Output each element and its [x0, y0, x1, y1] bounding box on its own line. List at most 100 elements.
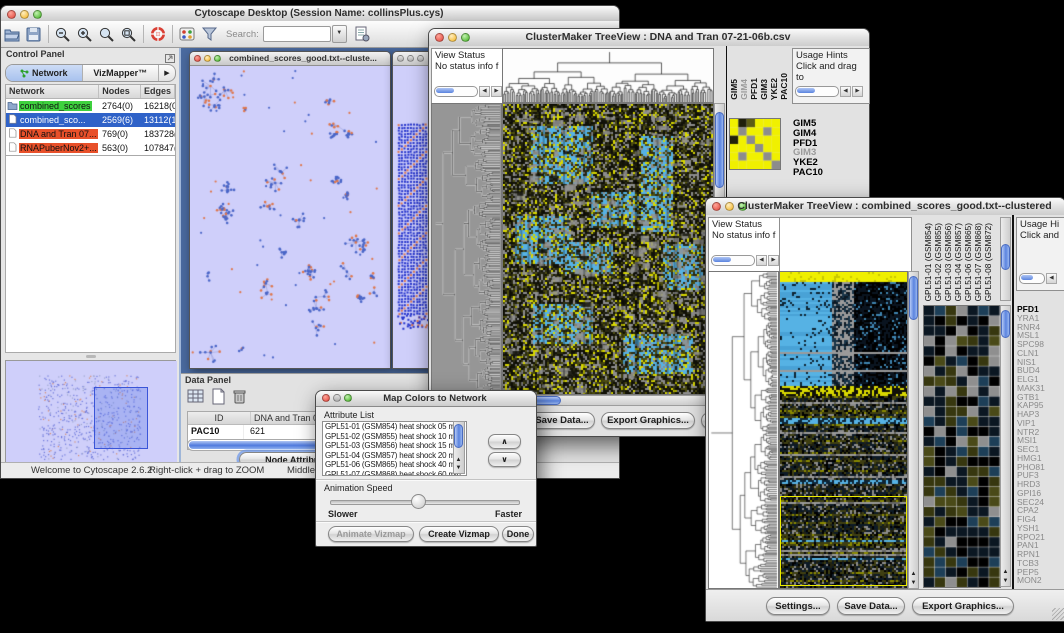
new-document-icon[interactable]	[211, 388, 226, 405]
close-icon[interactable]	[712, 202, 721, 211]
close-icon[interactable]	[322, 394, 330, 402]
heatmap-canvas[interactable]	[779, 271, 908, 589]
minimize-icon[interactable]	[407, 55, 414, 62]
column-label[interactable]: GPL51-04 (GSM857)	[953, 223, 963, 301]
dialog-titlebar[interactable]: Map Colors to Network	[316, 391, 536, 407]
column-label[interactable]: GIM5	[729, 79, 739, 100]
save-data-button[interactable]: Save Data...	[837, 597, 905, 615]
attribute-item[interactable]: GPL51-07 (GSM868) heat shock 60 min	[323, 470, 466, 476]
scroll-left-icon[interactable]: ◀	[1046, 273, 1057, 284]
trash-icon[interactable]	[232, 388, 247, 405]
save-data-button[interactable]: Save Data...	[529, 412, 595, 429]
column-label[interactable]: GIM4	[739, 79, 749, 100]
slider-thumb[interactable]	[411, 494, 426, 509]
mini-scrollbar[interactable]: ◀▶	[434, 86, 502, 97]
inner-titlebar[interactable]: combined_scores_good.txt--cluste...	[190, 52, 390, 66]
network-row[interactable]: DNA and Tran 07...769(0)183728(0)	[6, 127, 175, 141]
column-label[interactable]: GPL51-07 (GSM868)	[973, 223, 983, 301]
col-nodes[interactable]: Nodes	[99, 85, 141, 98]
column-label[interactable]: YKE2	[769, 78, 779, 100]
vizmapper-icon[interactable]	[176, 23, 198, 45]
zoom-out-icon[interactable]	[52, 23, 74, 45]
attribute-item[interactable]: GPL51-06 (GSM865) heat shock 40 min	[323, 460, 466, 470]
network-row[interactable]: RNAPuberNov2+...563(0)107847(0)	[6, 141, 175, 155]
scroll-left-icon[interactable]: ◀	[479, 86, 490, 97]
attribute-browser-icon[interactable]	[351, 23, 373, 45]
treeview2-titlebar[interactable]: ClusterMaker TreeView : combined_scores_…	[706, 198, 1064, 216]
treeview1-titlebar[interactable]: ClusterMaker TreeView : DNA and Tran 07-…	[429, 29, 869, 47]
close-icon[interactable]	[194, 55, 201, 62]
mini-scrollbar[interactable]: ◀▶	[711, 255, 779, 266]
network-graph-canvas[interactable]	[190, 66, 388, 368]
column-label[interactable]: GPL51-08 (GSM872)	[983, 223, 993, 301]
move-down-button[interactable]: ∨	[488, 452, 521, 467]
open-folder-icon[interactable]	[1, 23, 23, 45]
inner-traffic-lights[interactable]	[194, 55, 221, 62]
zoom-heatmap-canvas[interactable]	[923, 305, 1001, 588]
scroll-right-icon[interactable]: ▶	[491, 86, 502, 97]
attribute-item[interactable]: GPL51-01 (GSM854) heat shock 05 min	[323, 422, 466, 432]
column-label[interactable]: GPL51-01 (GSM854)	[923, 223, 933, 301]
minimize-icon[interactable]	[204, 55, 211, 62]
zoom-window-icon[interactable]	[417, 55, 424, 62]
network-table-header[interactable]: Network Nodes Edges	[6, 85, 175, 99]
column-label[interactable]: GPL51-06 (GSM865)	[963, 223, 973, 301]
export-graphics-button[interactable]: Export Graphics...	[912, 597, 1014, 615]
close-icon[interactable]	[435, 33, 444, 42]
save-icon[interactable]	[23, 23, 45, 45]
search-dropdown-icon[interactable]: ▼	[332, 25, 347, 43]
tab-network[interactable]: Network	[6, 65, 83, 81]
heatmap-vscrollbar[interactable]: ▲ ▼	[908, 271, 919, 589]
column-dendrogram-canvas[interactable]	[502, 48, 714, 103]
help-ring-icon[interactable]	[147, 23, 169, 45]
attribute-item[interactable]: GPL51-03 (GSM856) heat shock 15 min	[323, 441, 466, 451]
column-dendrogram-area[interactable]	[779, 217, 912, 273]
scroll-left-icon[interactable]: ◀	[840, 86, 851, 97]
row-label[interactable]: PAC10	[793, 168, 823, 178]
birdseye-view[interactable]	[5, 360, 176, 466]
birdseye-canvas[interactable]	[6, 361, 177, 463]
network-row[interactable]: combined_sco...2569(6)13112(15)	[6, 113, 175, 127]
scroll-down-icon[interactable]: ▼	[909, 579, 918, 587]
zoom-fit-icon[interactable]	[96, 23, 118, 45]
zoom-in-icon[interactable]	[74, 23, 96, 45]
column-label[interactable]: PAC10	[779, 73, 789, 100]
close-icon[interactable]	[7, 10, 16, 19]
animate-vizmap-button[interactable]: Animate Vizmap	[328, 526, 414, 542]
scroll-up-icon[interactable]: ▲	[1001, 568, 1010, 576]
create-vizmap-button[interactable]: Create Vizmap	[419, 526, 499, 542]
cytoscape-titlebar[interactable]: Cytoscape Desktop (Session Name: collins…	[1, 6, 619, 22]
id-column-header[interactable]: ID	[188, 412, 251, 424]
gene-label[interactable]: MON2	[1017, 576, 1064, 585]
network-row[interactable]: combined_scores2764(0)16218(0)	[6, 99, 175, 113]
heatmap-canvas[interactable]	[502, 103, 714, 395]
done-button[interactable]: Done	[502, 526, 534, 542]
table-icon[interactable]	[187, 388, 205, 405]
scroll-up-icon[interactable]: ▲	[454, 456, 463, 464]
col-edges[interactable]: Edges	[141, 85, 175, 98]
settings-button[interactable]: Settings...	[766, 597, 830, 615]
search-input[interactable]	[263, 26, 331, 42]
zoom-selected-icon[interactable]	[118, 23, 140, 45]
scroll-down-icon[interactable]: ▼	[1001, 577, 1010, 585]
summary-matrix-canvas[interactable]	[729, 118, 781, 170]
column-label[interactable]: PFD1	[749, 78, 759, 100]
zoom-vscrollbar[interactable]: ▲ ▼	[1000, 305, 1011, 587]
close-icon[interactable]	[397, 55, 404, 62]
resize-grip[interactable]	[1052, 608, 1064, 620]
scroll-up-icon[interactable]: ▲	[909, 570, 918, 578]
scroll-right-icon[interactable]: ▶	[852, 86, 863, 97]
scroll-down-icon[interactable]: ▼	[454, 464, 463, 472]
col-network[interactable]: Network	[6, 85, 99, 98]
labels-vscrollbar[interactable]	[1000, 217, 1011, 301]
float-panel-icon[interactable]	[165, 50, 175, 68]
viewport-rectangle[interactable]	[94, 387, 148, 449]
scroll-left-icon[interactable]: ◀	[756, 255, 767, 266]
tab-vizmapper[interactable]: VizMapper™	[83, 65, 160, 81]
attribute-item[interactable]: GPL51-02 (GSM855) heat shock 10 min	[323, 432, 466, 442]
attribute-item[interactable]: GPL51-04 (GSM857) heat shock 20 min	[323, 451, 466, 461]
attribute-list-scrollbar[interactable]: ▲ ▼	[453, 421, 465, 474]
move-up-button[interactable]: ∧	[488, 434, 521, 449]
mini-scrollbar[interactable]: ◀	[1019, 273, 1057, 284]
row-dendrogram-canvas[interactable]	[708, 271, 779, 589]
